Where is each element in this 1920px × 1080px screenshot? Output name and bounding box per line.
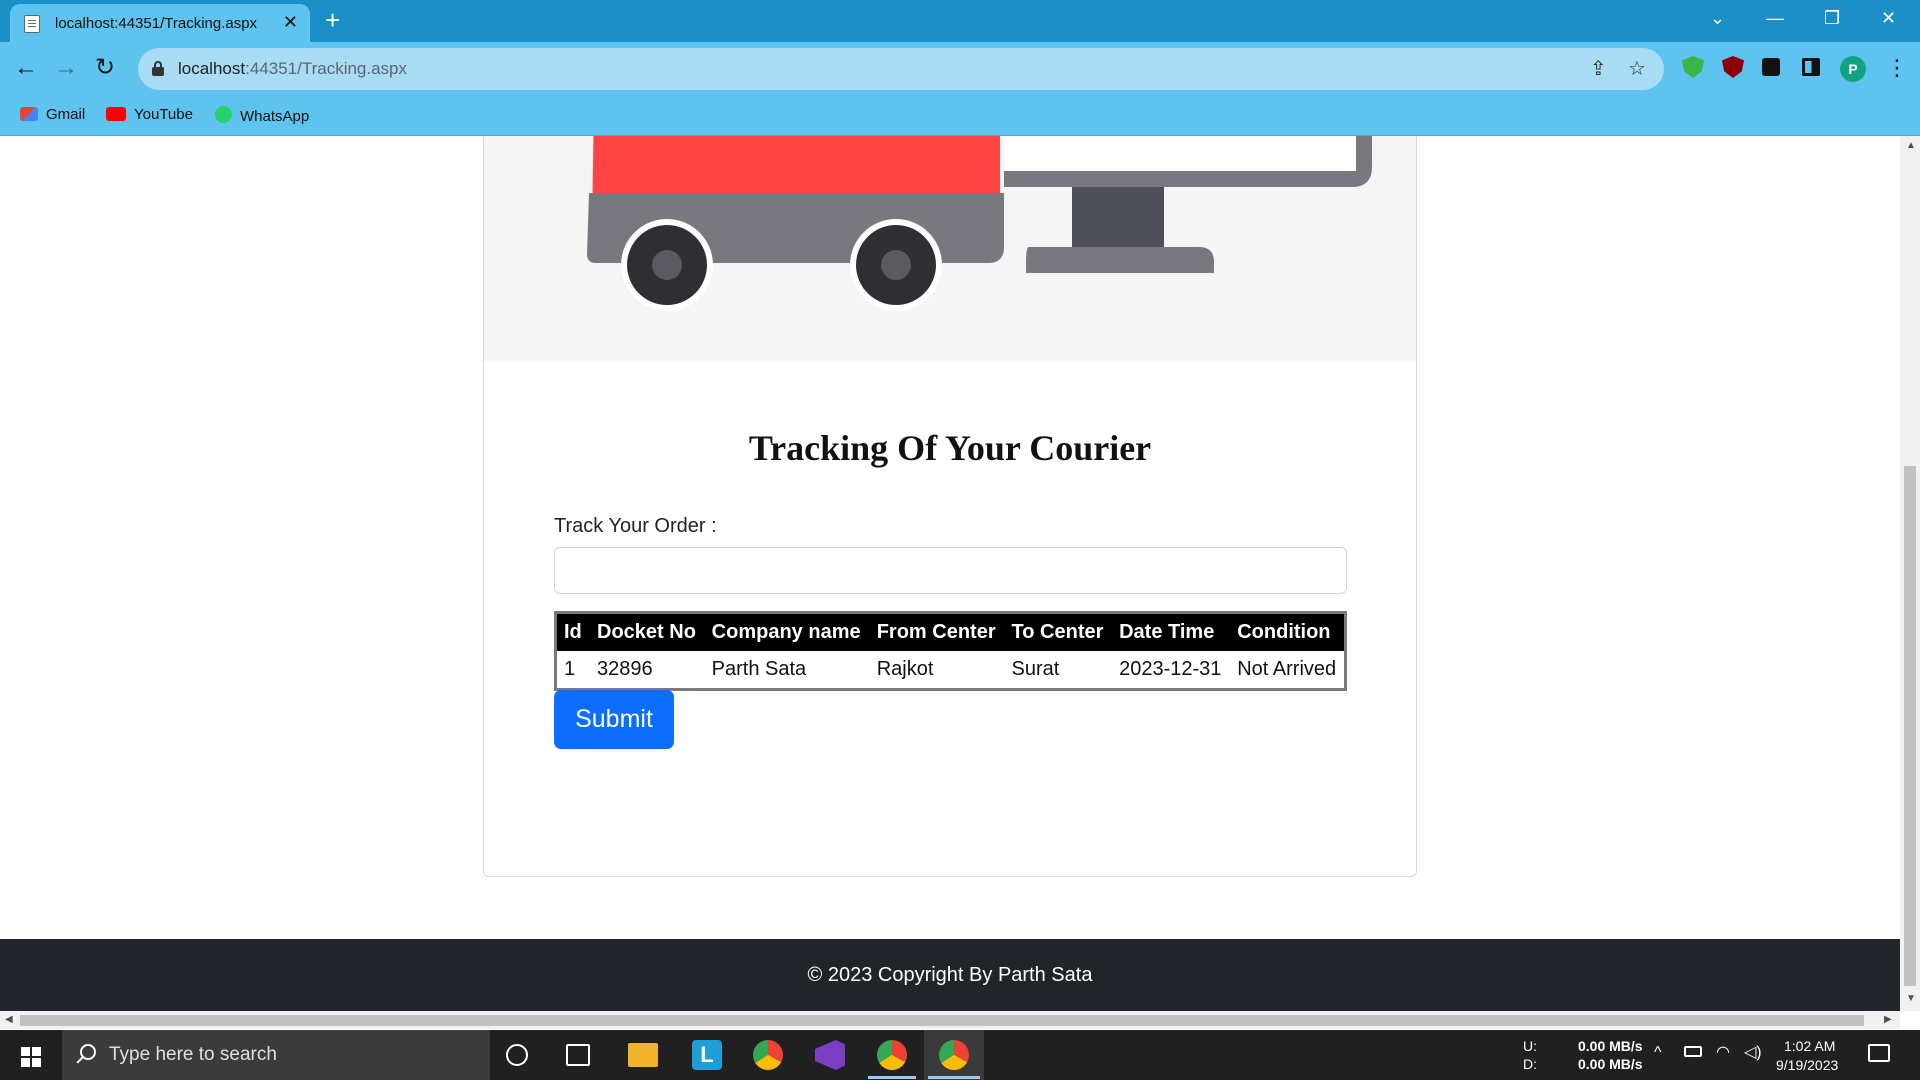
page-title: Tracking Of Your Courier bbox=[748, 428, 1152, 468]
task-view-icon[interactable] bbox=[566, 1044, 590, 1066]
chrome-profile-icon[interactable] bbox=[877, 1040, 907, 1070]
wifi-icon[interactable]: ◠ bbox=[1716, 1044, 1730, 1061]
track-order-input[interactable] bbox=[554, 547, 1347, 594]
vertical-scrollbar[interactable]: ▲ ▼ bbox=[1900, 136, 1920, 1011]
youtube-icon bbox=[106, 107, 126, 121]
table-cell: 32896 bbox=[589, 650, 705, 690]
tray-overflow-icon[interactable]: ^ bbox=[1654, 1044, 1662, 1061]
bookmark-gmail[interactable]: Gmail bbox=[20, 106, 85, 123]
url-text[interactable]: localhost:44351/Tracking.aspx bbox=[178, 59, 407, 79]
table-cell: 2023-12-31 bbox=[1111, 650, 1231, 690]
close-window-icon[interactable]: ✕ bbox=[1881, 8, 1896, 28]
column-header: Id bbox=[555, 612, 590, 651]
tracking-results-table: Id Docket No Company name From Center To… bbox=[554, 611, 1347, 691]
notification-icon[interactable] bbox=[1868, 1044, 1890, 1062]
clock-time[interactable]: 1:02 AM bbox=[1784, 1038, 1835, 1055]
column-header: From Center bbox=[868, 612, 1005, 651]
truck-monitor-icon bbox=[587, 136, 1372, 311]
bookmark-youtube[interactable]: YouTube bbox=[106, 106, 193, 123]
taskbar-search-box[interactable]: Type here to search bbox=[62, 1030, 490, 1080]
browser-tab-bar: localhost:44351/Tracking.aspx ✕ + ⌄ — ❐ … bbox=[0, 0, 1920, 42]
scroll-up-arrow-icon[interactable]: ▲ bbox=[1906, 141, 1916, 151]
new-tab-button[interactable]: + bbox=[325, 6, 340, 34]
column-header: Docket No bbox=[589, 612, 705, 651]
horizontal-scroll-thumb[interactable] bbox=[20, 1015, 1864, 1026]
windows-start-icon[interactable] bbox=[21, 1047, 41, 1067]
net-down-label: D: bbox=[1523, 1056, 1537, 1072]
table-cell: Surat bbox=[1003, 650, 1113, 690]
chrome-icon[interactable] bbox=[753, 1040, 783, 1070]
net-down-speed: 0.00 MB/s bbox=[1578, 1056, 1643, 1072]
table-cell: Rajkot bbox=[868, 650, 1005, 690]
whatsapp-icon bbox=[215, 106, 232, 123]
search-placeholder: Type here to search bbox=[109, 1044, 277, 1065]
net-up-speed: 0.00 MB/s bbox=[1578, 1038, 1643, 1054]
minimize-icon[interactable]: — bbox=[1766, 8, 1784, 28]
search-icon bbox=[80, 1044, 96, 1060]
scroll-down-arrow-icon[interactable]: ▼ bbox=[1906, 994, 1916, 1004]
file-explorer-icon[interactable] bbox=[628, 1043, 658, 1067]
gmail-icon bbox=[20, 107, 38, 121]
table-cell: Parth Sata bbox=[703, 650, 870, 690]
tracking-card: Tracking Of Your Courier Track Your Orde… bbox=[483, 136, 1417, 877]
cortana-icon[interactable] bbox=[506, 1044, 528, 1066]
page-footer: © 2023 Copyright By Parth Sata bbox=[0, 939, 1900, 1011]
horizontal-scrollbar[interactable]: ◀ ▶ bbox=[0, 1011, 1900, 1029]
table-cell: 1 bbox=[555, 650, 590, 690]
address-bar[interactable]: localhost:44351/Tracking.aspx ⇪ ☆ bbox=[138, 48, 1664, 90]
back-icon[interactable]: ← bbox=[14, 55, 38, 81]
bookmark-star-icon[interactable]: ☆ bbox=[1628, 58, 1646, 80]
column-header: Date Time bbox=[1111, 612, 1231, 651]
menu-kebab-icon[interactable]: ⋮ bbox=[1886, 55, 1908, 81]
chrome-active-icon[interactable] bbox=[939, 1040, 969, 1070]
net-up-label: U: bbox=[1523, 1038, 1537, 1054]
tab-close-icon[interactable]: ✕ bbox=[283, 13, 298, 31]
app-l-icon[interactable]: L bbox=[692, 1040, 722, 1070]
tab-title: localhost:44351/Tracking.aspx bbox=[55, 15, 258, 32]
clock-date[interactable]: 9/19/2023 bbox=[1776, 1057, 1838, 1074]
browser-toolbar: ← → ↻ localhost:44351/Tracking.aspx ⇪ ☆ bbox=[0, 42, 1920, 96]
lock-icon[interactable] bbox=[152, 61, 164, 76]
running-indicator bbox=[868, 1076, 916, 1079]
active-indicator bbox=[928, 1076, 980, 1079]
page-favicon-icon bbox=[24, 15, 40, 33]
table-row: 1 32896 Parth Sata Rajkot Surat 2023-12-… bbox=[555, 650, 1346, 690]
restore-icon[interactable]: ❐ bbox=[1824, 8, 1840, 28]
vertical-scroll-thumb[interactable] bbox=[1904, 466, 1916, 986]
column-header: Company name bbox=[703, 612, 870, 651]
side-panel-icon[interactable] bbox=[1802, 58, 1820, 76]
share-icon[interactable]: ⇪ bbox=[1590, 58, 1607, 80]
submit-button[interactable]: Submit bbox=[554, 690, 674, 749]
battery-icon[interactable] bbox=[1684, 1046, 1702, 1057]
column-header: Condition bbox=[1229, 612, 1346, 651]
delivery-truck-illustration bbox=[484, 136, 1416, 361]
extensions-puzzle-icon[interactable] bbox=[1762, 58, 1780, 76]
forward-icon[interactable]: → bbox=[54, 55, 78, 81]
table-cell: Not Arrived bbox=[1229, 650, 1346, 690]
windows-taskbar: Type here to search L U: D: 0.00 MB/s 0.… bbox=[0, 1030, 1920, 1080]
volume-icon[interactable]: ◁) bbox=[1744, 1044, 1762, 1061]
reload-icon[interactable]: ↻ bbox=[95, 55, 115, 81]
page-viewport: Tracking Of Your Courier Track Your Orde… bbox=[0, 136, 1900, 1011]
tab-search-icon[interactable]: ⌄ bbox=[1710, 8, 1725, 28]
browser-tab[interactable]: localhost:44351/Tracking.aspx ✕ bbox=[10, 4, 310, 42]
bookmark-whatsapp[interactable]: WhatsApp bbox=[215, 106, 309, 125]
scroll-right-arrow-icon[interactable]: ▶ bbox=[1884, 1015, 1892, 1025]
column-header: To Center bbox=[1003, 612, 1113, 651]
track-order-label: Track Your Order : bbox=[554, 515, 717, 537]
bookmarks-bar: Gmail YouTube WhatsApp bbox=[0, 96, 1920, 136]
visual-studio-icon[interactable] bbox=[815, 1040, 845, 1070]
profile-avatar[interactable]: P bbox=[1840, 56, 1866, 82]
scroll-left-arrow-icon[interactable]: ◀ bbox=[5, 1015, 13, 1025]
table-header-row: Id Docket No Company name From Center To… bbox=[555, 612, 1346, 651]
